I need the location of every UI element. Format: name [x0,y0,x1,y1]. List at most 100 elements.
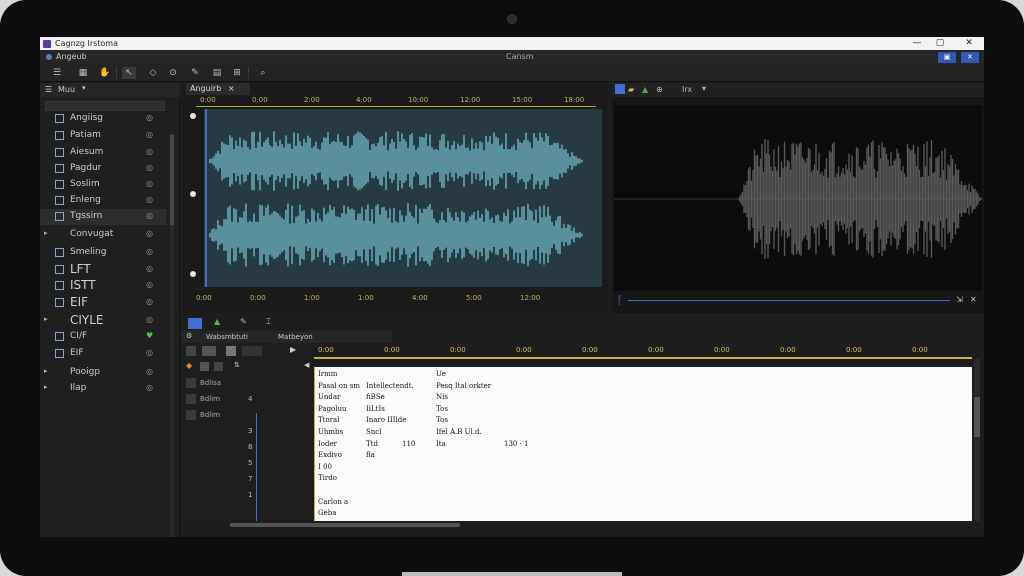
track-handle[interactable] [190,191,196,197]
hand-tool-icon[interactable]: ✋ [98,67,112,79]
tab-close-icon[interactable]: × [228,84,235,93]
table-row[interactable]: Pasal on sm Intellectendt. Pesq Ital orkte… [314,381,972,393]
editor-tab[interactable]: Anguirb × [186,83,250,95]
item-settings-icon[interactable]: ◎ [146,367,153,376]
zoom-tool-icon[interactable]: ⊙ [166,67,180,79]
play-marker-icon[interactable]: ⎡ [618,296,622,305]
time-ruler[interactable]: 0:00 0:00 2:00 4:00 10:00 12:00 15:00 18:00 [196,95,596,107]
item-checkbox[interactable] [55,114,64,123]
item-settings-icon[interactable]: ◎ [146,280,153,289]
dock-button[interactable]: ▣ [938,52,956,63]
chevron-down-icon[interactable]: ▾ [82,84,86,92]
track-row[interactable]: Bdlim [182,409,312,423]
list-item[interactable]: ▸ Convugat ◎ [40,227,166,243]
expand-arrow-icon[interactable]: ▸ [44,229,48,237]
track-row[interactable]: 1 [182,489,312,503]
track-row[interactable]: 8 [182,441,312,455]
timeline-bar[interactable] [628,300,950,301]
table-row[interactable]: I 00 [314,462,972,474]
pencil-tool-icon[interactable]: ✎ [188,67,202,79]
panel-search-input[interactable] [45,101,165,111]
preview-tab-label[interactable]: Irx [682,85,692,94]
record-icon[interactable]: ◆ [186,361,192,370]
chevron-down-icon[interactable]: ▾ [702,84,706,93]
mute-icon[interactable] [200,362,209,371]
item-checkbox[interactable] [55,212,64,221]
table-row[interactable]: Tirdo [314,473,972,485]
item-settings-icon[interactable]: ◎ [146,247,153,256]
table-row[interactable]: Ioder Ttd 110 Ita 130 · 1 [314,439,972,451]
graph-tool-icon[interactable]: ▲ [214,317,220,326]
item-checkbox[interactable] [55,148,64,157]
maximize-button[interactable]: ▢ [929,37,951,50]
close-icon[interactable]: ✕ [970,295,977,304]
table-row[interactable]: Undar fiBSe Nis [314,392,972,404]
item-settings-icon[interactable]: ◎ [146,297,153,306]
zoom-icon[interactable]: ⊕ [656,85,663,94]
preview-waveform[interactable] [614,105,982,291]
play-icon[interactable]: ▶ [290,345,296,354]
list-item[interactable]: ▸ Pooigp ◎ [40,365,166,381]
list-item[interactable]: CI/F ♥ [40,329,166,345]
list-item[interactable]: ▸ Ilap ◎ [40,381,166,397]
layers-icon[interactable]: ▤ [210,67,224,79]
tab-matbeyon[interactable]: Matbeyon [278,333,313,341]
list-item[interactable]: Smeling ◎ [40,245,166,261]
field-box[interactable] [242,346,262,356]
item-checkbox[interactable] [55,180,64,189]
table-row[interactable]: Uhmbs Sncl Ifel A.B Ul.d. [314,427,972,439]
expand-icon[interactable]: ⇲ [956,295,963,304]
table-row[interactable]: Carlon a [314,497,972,509]
table-row[interactable] [314,485,972,497]
list-item[interactable]: Aiesum ◎ [40,145,166,161]
item-checkbox[interactable] [55,248,64,257]
waveform-display[interactable] [204,109,602,287]
list-item[interactable]: Soslim ◎ [40,177,166,193]
vertical-scrollbar[interactable] [974,359,980,521]
table-row[interactable]: Pagoluu IiLtIs Tos [314,404,972,416]
back-icon[interactable]: ◀ [304,361,309,369]
item-settings-icon[interactable]: ♥ [146,331,153,340]
item-settings-icon[interactable]: ◎ [146,113,153,122]
item-checkbox[interactable] [55,349,64,358]
table-row[interactable]: Exdivo fla [314,450,972,462]
expand-arrow-icon[interactable]: ▸ [44,315,48,323]
list-item[interactable]: EIF ◎ [40,295,166,311]
grid-icon[interactable]: ▦ [76,67,90,79]
list-item[interactable]: ISTT ◎ [40,278,166,294]
vertical-scroll-thumb[interactable] [974,397,980,437]
cut-icon[interactable] [186,346,196,356]
list-item[interactable]: Tgssirn ◎ [40,209,166,225]
item-settings-icon[interactable]: ◎ [146,147,153,156]
list-item[interactable]: Patiam ◎ [40,128,166,144]
search-icon[interactable]: ⌕ [256,67,270,79]
panel-close-button[interactable]: ✕ [961,52,979,63]
preview-blue-icon[interactable] [615,84,625,94]
table-row[interactable]: Ttoral Inaro IIIlde Tos [314,415,972,427]
volume-icon[interactable]: ⇅ [234,361,240,369]
track-row[interactable]: Bdlim 4 [182,393,312,407]
select-tool-icon[interactable]: ↖ [122,67,136,79]
diamond-tool-icon[interactable]: ◇ [146,67,160,79]
cursor-tool-icon[interactable]: ⌶ [266,317,271,327]
solo-icon[interactable] [214,362,223,371]
item-settings-icon[interactable]: ◎ [146,179,153,188]
track-row[interactable]: 5 [182,457,312,471]
panel-menu-icon[interactable]: ☰ [45,85,52,94]
track-row[interactable]: Bdlisa [182,377,312,391]
folder-icon[interactable]: ▰ [628,85,634,94]
clip-icon[interactable] [202,346,216,356]
edit-tool-icon[interactable]: ✎ [240,317,247,326]
box-icon[interactable] [226,346,236,356]
track-row[interactable]: 7 [182,473,312,487]
item-checkbox[interactable] [55,332,64,341]
split-icon[interactable]: ⊞ [230,67,244,79]
close-button[interactable]: ✕ [958,37,980,50]
list-item[interactable]: Angiisg ◎ [40,111,166,127]
item-checkbox[interactable] [55,196,64,205]
track-handle[interactable] [190,113,196,119]
item-settings-icon[interactable]: ◎ [146,264,153,273]
table-row[interactable]: Irmm Ue [314,369,972,381]
horizontal-scrollbar[interactable] [230,523,460,527]
minimize-button[interactable]: — [906,37,928,50]
